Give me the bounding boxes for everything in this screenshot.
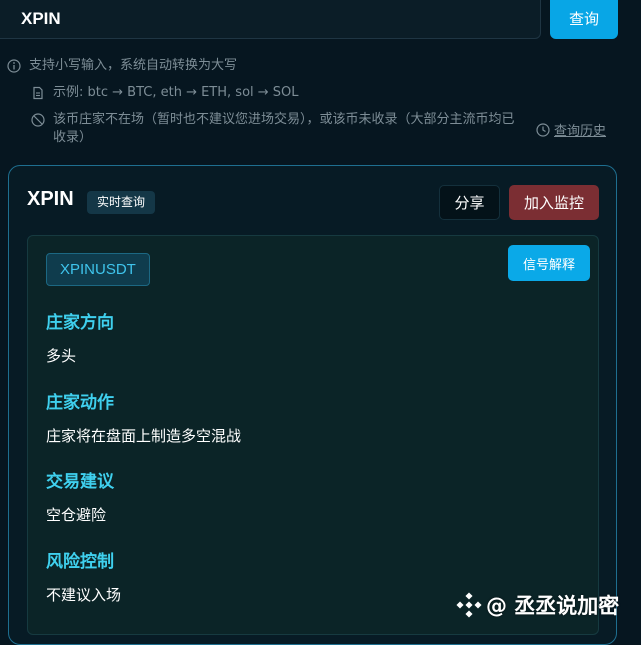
search-button[interactable]: 查询 (550, 0, 618, 39)
section-title-advice: 交易建议 (46, 472, 114, 492)
result-card: XPIN 实时查询 分享 加入监控 XPINUSDT 信号解释 庄家方向 多头 … (8, 165, 617, 645)
signal-panel: XPINUSDT 信号解释 庄家方向 多头 庄家动作 庄家将在盘面上制造多空混战… (27, 235, 599, 635)
trading-pair-badge: XPINUSDT (46, 253, 150, 286)
add-monitor-button[interactable]: 加入监控 (509, 185, 599, 220)
signal-explain-button[interactable]: 信号解释 (508, 245, 590, 281)
section-title-direction: 庄家方向 (46, 313, 114, 333)
history-link[interactable]: 查询历史 (536, 120, 606, 139)
share-button[interactable]: 分享 (439, 185, 500, 220)
hint-lowercase: 支持小写输入，系统自动转换为大写 (7, 57, 237, 75)
watermark-text: @ 丞丞说加密 (486, 594, 620, 618)
section-value-advice: 空仓避险 (46, 506, 107, 524)
section-title-risk: 风险控制 (46, 552, 114, 572)
search-bar: 查询 (0, 0, 641, 40)
history-link-label[interactable]: 查询历史 (554, 120, 606, 139)
section-value-risk: 不建议入场 (46, 586, 122, 604)
section-value-direction: 多头 (46, 347, 77, 365)
hint-not-found: 该币庄家不在场（暂时也不建议您进场交易），或该币未收录（大部分主流币均已收录） (31, 111, 526, 147)
watermark: @ 丞丞说加密 (456, 590, 619, 620)
section-value-action: 庄家将在盘面上制造多空混战 (46, 427, 242, 445)
section-title-action: 庄家动作 (46, 393, 114, 413)
realtime-badge: 实时查询 (87, 191, 156, 214)
hint-not-found-text: 该币庄家不在场（暂时也不建议您进场交易），或该币未收录（大部分主流币均已收录） (53, 112, 515, 145)
blocked-icon (31, 113, 45, 127)
info-icon (7, 59, 21, 73)
document-icon (33, 86, 43, 100)
result-symbol: XPIN (27, 188, 74, 210)
diamond-logo-icon (456, 592, 482, 618)
hint-lowercase-text: 支持小写输入，系统自动转换为大写 (29, 58, 238, 73)
hint-example-text: 示例: btc → BTC, eth → ETH, sol → SOL (53, 85, 299, 100)
hint-example: 示例: btc → BTC, eth → ETH, sol → SOL (31, 84, 299, 102)
clock-icon (536, 122, 550, 137)
search-input[interactable] (0, 0, 541, 39)
